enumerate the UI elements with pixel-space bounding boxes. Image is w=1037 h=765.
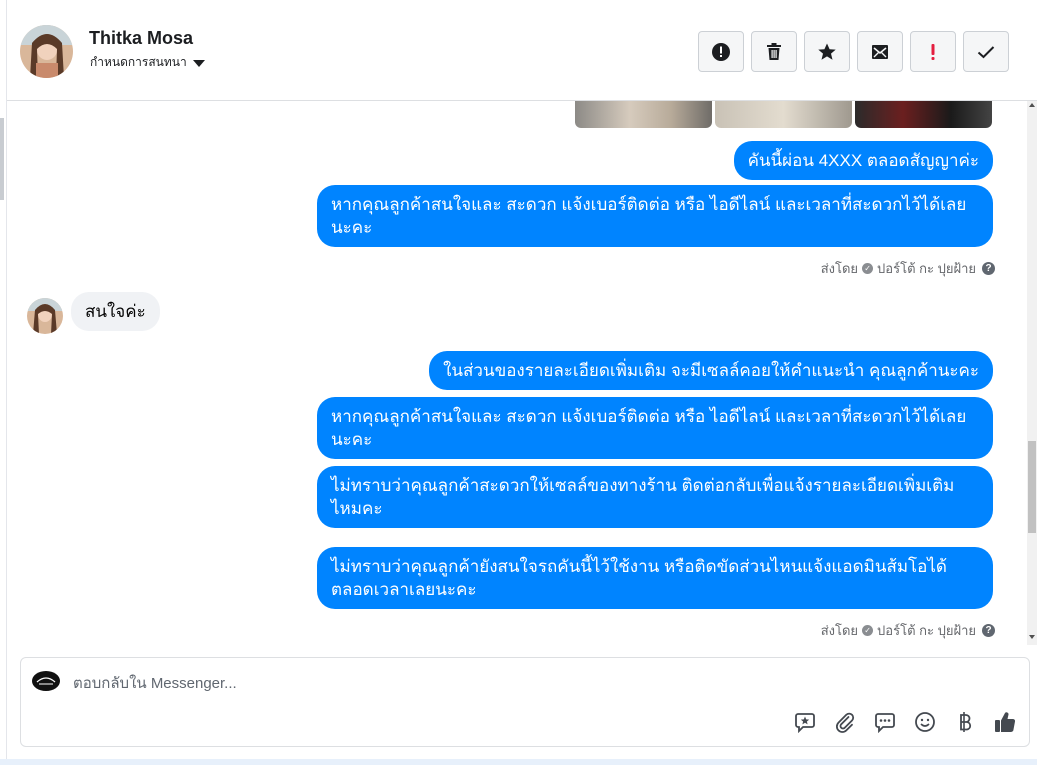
report-button[interactable] [698,31,744,72]
attachment-button[interactable] [833,710,857,734]
contact-name[interactable]: Thitka Mosa [89,28,193,49]
contact-avatar-small[interactable] [27,298,63,334]
assign-label: กำหนดการสนทนา [90,55,187,69]
page-avatar [31,670,61,692]
emoji-button[interactable] [913,710,937,734]
delete-button[interactable] [751,31,797,72]
baht-payment-icon [960,712,972,732]
sent-by-info: ส่งโดย ✓ ปอร์โต้ กะ ปุยฝ้าย ? [821,620,995,641]
mark-unread-icon [872,44,888,59]
conversation-header: Thitka Mosa กำหนดการสนทนา [7,0,1037,101]
sent-by-prefix: ส่งโดย [820,261,859,276]
mark-unread-button[interactable] [857,31,903,72]
image-attachments [575,101,992,128]
quick-reply-button[interactable] [873,710,897,734]
attachment-icon [836,712,855,733]
scroll-up-arrow[interactable] [1029,103,1035,107]
reply-input[interactable] [73,672,973,694]
baht-payment-button[interactable] [953,710,977,734]
outgoing-message[interactable]: ไม่ทราบว่าคุณลูกค้าสะดวกให้เซลล์ของทางร้… [317,466,993,528]
checkmark-icon [977,45,995,58]
inbox-conversation-window: Thitka Mosa กำหนดการสนทนา คันนี้ผ่อน 4XX… [0,0,1037,765]
contact-avatar[interactable] [20,25,73,78]
spam-icon [931,43,935,60]
saved-reply-icon [795,713,815,733]
quick-reply-icon [875,713,895,733]
car-photo-thumbnail[interactable] [715,101,852,128]
outgoing-message[interactable]: ในส่วนของรายละเอียดเพิ่มเติม จะมีเซลล์คอ… [429,351,993,390]
thumbs-up-icon [995,712,1016,732]
reply-composer [20,657,1030,747]
sent-by-agent[interactable]: ปอร์โต้ กะ ปุยฝ้าย [877,620,976,641]
sent-by-prefix: ส่งโดย [820,623,859,638]
outgoing-message[interactable]: ไม่ทราบว่าคุณลูกค้ายังสนใจรถคันนี้ไว้ใช้… [317,547,993,609]
car-photo-thumbnail[interactable] [575,101,712,128]
help-icon[interactable]: ? [982,624,995,637]
emoji-icon [915,712,935,732]
scroll-down-arrow[interactable] [1029,635,1035,639]
verified-icon: ✓ [862,625,874,636]
help-icon[interactable]: ? [982,262,995,275]
window-bottom-edge [0,759,1037,765]
star-icon [818,43,836,60]
verified-icon: ✓ [862,263,874,274]
caret-down-icon [192,60,205,67]
report-icon [712,42,730,61]
left-panel-edge [0,0,7,765]
spam-button[interactable] [910,31,956,72]
star-button[interactable] [804,31,850,72]
incoming-message[interactable]: สนใจค่ะ [71,292,160,331]
car-photo-thumbnail[interactable] [855,101,992,128]
scrollbar-thumb[interactable] [1028,441,1036,533]
sent-by-info: ส่งโดย ✓ ปอร์โต้ กะ ปุยฝ้าย ? [821,258,995,279]
scrollbar[interactable] [1027,101,1037,645]
outgoing-message[interactable]: คันนี้ผ่อน 4XXX ตลอดสัญญาค่ะ [733,141,993,180]
assign-conversation-dropdown[interactable]: กำหนดการสนทนา [90,53,205,72]
saved-reply-button[interactable] [793,710,817,734]
mark-done-button[interactable] [963,31,1009,72]
like-button[interactable] [993,710,1017,734]
outgoing-message[interactable]: หากคุณลูกค้าสนใจและ สะดวก แจ้งเบอร์ติดต่… [317,185,993,247]
message-thread[interactable]: คันนี้ผ่อน 4XXX ตลอดสัญญาค่ะ หากคุณลูกค้… [7,101,1037,645]
sent-by-agent[interactable]: ปอร์โต้ กะ ปุยฝ้าย [877,258,976,279]
composer-tools [793,710,1017,734]
outgoing-message[interactable]: หากคุณลูกค้าสนใจและ สะดวก แจ้งเบอร์ติดต่… [317,397,993,459]
trash-icon [767,43,781,60]
conversation-toolbar [698,31,1009,72]
